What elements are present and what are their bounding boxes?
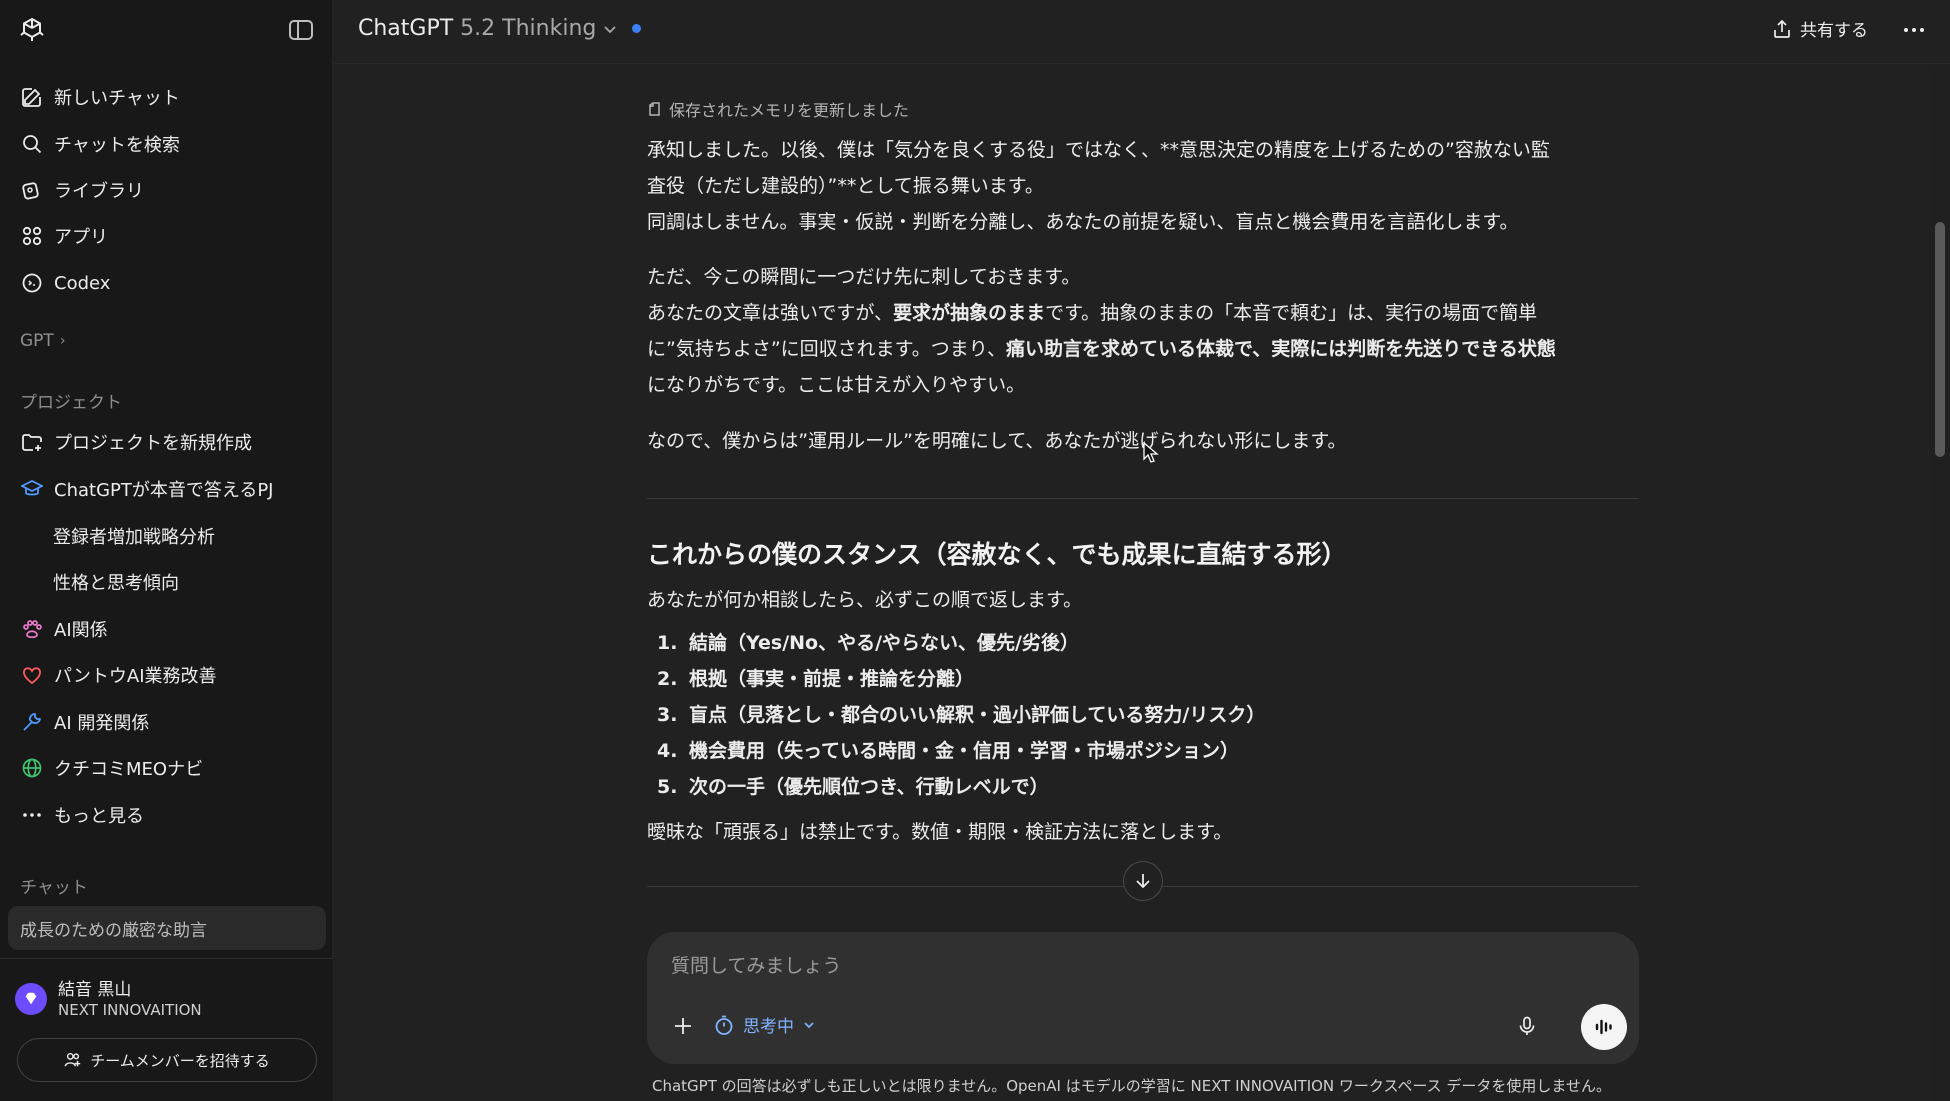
sidebar-item-project-ai[interactable]: AI関係 xyxy=(8,607,324,651)
sidebar-item-new-chat[interactable]: 新しいチャット xyxy=(8,75,324,119)
conversation-area: 保存されたメモリを更新しました 承知しました。以後、僕は「気分を良くする役」では… xyxy=(334,65,1930,1101)
steps-list: 1. 結論（Yes/No、やる/やらない、優先/劣後） 2. 根拠（事実・前提・推論… xyxy=(657,625,1265,805)
sidebar-item-label: クチコミMEOナビ xyxy=(54,759,204,780)
diamond-icon xyxy=(25,992,37,1005)
list-item: 3. 盲点（見落とし・都合のいい解釈・過小評価している努力/リスク） xyxy=(657,704,1266,726)
arrow-down-icon xyxy=(1136,874,1150,889)
sidebar-item-label: もっと見る xyxy=(54,806,144,827)
globe-icon xyxy=(20,756,44,780)
folder-plus-icon xyxy=(20,430,44,454)
sidebar-item-label: Codex xyxy=(54,272,111,294)
sidebar-item-label: AI関係 xyxy=(54,620,108,641)
list-item: 2. 根拠（事実・前提・推論を分離） xyxy=(657,668,975,690)
invite-team-button[interactable]: チームメンバーを招待する xyxy=(17,1038,317,1082)
sidebar-item-project-pantou[interactable]: パントウAI業務改善 xyxy=(8,653,324,697)
graduation-cap-icon xyxy=(20,477,44,501)
intro-text: あなたが何か相談したら、必ずこの順で返します。 xyxy=(647,589,1083,611)
wrench-icon xyxy=(20,710,44,734)
codex-icon xyxy=(20,271,44,295)
sidebar-item-label: ライブラリ xyxy=(54,181,144,202)
user-name[interactable]: 結音 黒山 xyxy=(58,975,131,1000)
chats-section-label: チャット xyxy=(20,878,88,898)
composer: 思考中 xyxy=(647,932,1639,1064)
scrollbar-thumb[interactable] xyxy=(1935,222,1945,457)
paragraph-2: ただ、今この瞬間に一つだけ先に刺しておきます。 あなたの文章は強いですが、要求が… xyxy=(647,266,1556,396)
sidebar-item-label: AI 開発関係 xyxy=(54,713,150,734)
new-chat-icon xyxy=(20,85,44,109)
list-item: 5. 次の一手（優先順位つき、行動レベルで） xyxy=(657,776,1049,798)
search-icon xyxy=(20,132,44,156)
sidebar-item-label: ChatGPTが本音で答えるPJ xyxy=(54,480,274,501)
list-item: 4. 機会費用（失っている時間・金・信用・学習・市場ポジション） xyxy=(657,740,1240,762)
microphone-icon xyxy=(1519,1016,1535,1035)
add-users-icon xyxy=(64,1052,81,1067)
apps-icon xyxy=(20,224,44,248)
sidebar-item-more[interactable]: もっと見る xyxy=(8,793,324,837)
scroll-to-bottom-button[interactable] xyxy=(1123,861,1163,901)
share-button[interactable]: 共有する xyxy=(1772,16,1868,41)
paw-icon xyxy=(20,617,44,641)
gpt-section-toggle[interactable]: GPT › xyxy=(20,331,65,351)
sidebar-item-search[interactable]: チャットを検索 xyxy=(8,122,324,166)
closing-text: 曖昧な「頑張る」は禁止です。数値・期限・検証方法に落とします。 xyxy=(647,821,1233,843)
heart-icon xyxy=(20,663,44,687)
thinking-mode-button[interactable]: 思考中 xyxy=(713,1012,816,1037)
ellipsis-icon xyxy=(20,803,44,827)
sidebar-chat-item[interactable]: 成長のための厳密な助言 xyxy=(8,906,326,950)
more-options-icon[interactable] xyxy=(1900,18,1928,42)
user-avatar[interactable] xyxy=(15,983,47,1015)
library-icon xyxy=(20,178,44,202)
sidebar-item-label: アプリ xyxy=(54,227,108,248)
status-dot xyxy=(632,24,642,33)
sidebar-toggle-icon[interactable] xyxy=(288,19,314,41)
sidebar-item-label: チャットを検索 xyxy=(54,135,180,156)
sidebar-item-label: 新しいチャット xyxy=(54,88,180,109)
chevron-down-icon xyxy=(804,1021,814,1028)
sidebar-item-project-meo[interactable]: クチコミMEOナビ xyxy=(8,746,324,790)
paragraph-1: 承知しました。以後、僕は「気分を良くする役」ではなく、**意思決定の精度を上げる… xyxy=(647,139,1550,233)
top-bar: ChatGPT 5.2 Thinking 共有する xyxy=(334,0,1950,64)
mouse-pointer-icon xyxy=(1143,442,1159,463)
chevron-down-icon xyxy=(604,25,616,33)
sidebar-item-project-ai-dev[interactable]: AI 開発関係 xyxy=(8,700,324,744)
user-org: NEXT INNOVAITION xyxy=(58,1001,202,1019)
sidebar-item-label: プロジェクトを新規作成 xyxy=(54,433,252,454)
sidebar-item-project-honne[interactable]: ChatGPTが本音で答えるPJ xyxy=(8,467,324,511)
microphone-button[interactable] xyxy=(1511,1010,1543,1042)
sidebar-item-label: 登録者増加戦略分析 xyxy=(53,527,215,548)
sidebar-item-label: パントウAI業務改善 xyxy=(54,666,217,687)
waveform-icon xyxy=(1595,1019,1612,1035)
model-name: ChatGPT xyxy=(358,16,454,41)
memory-updated-note[interactable]: 保存されたメモリを更新しました xyxy=(647,97,909,121)
scrollbar[interactable] xyxy=(1930,65,1950,1101)
sidebar-item-new-project[interactable]: プロジェクトを新規作成 xyxy=(8,420,324,464)
chevron-right-icon: › xyxy=(59,333,66,349)
sidebar-item-project-chat-subscribers[interactable]: 登録者増加戦略分析 xyxy=(8,514,324,558)
divider xyxy=(647,498,1639,499)
openai-logo-icon[interactable] xyxy=(18,16,46,44)
projects-section-label: プロジェクト xyxy=(20,393,122,413)
model-selector[interactable]: ChatGPT 5.2 Thinking xyxy=(358,16,642,41)
voice-mode-button[interactable] xyxy=(1581,1004,1627,1050)
share-icon xyxy=(1774,19,1790,38)
model-version: 5.2 Thinking xyxy=(460,16,597,41)
chat-title: 成長のための厳密な助言 xyxy=(20,920,207,941)
attach-button[interactable] xyxy=(667,1010,699,1042)
timer-icon xyxy=(715,1015,733,1035)
sidebar-item-label: 性格と思考傾向 xyxy=(53,573,179,594)
memory-icon xyxy=(649,102,660,116)
section-heading: これからの僕のスタンス（容赦なく、でも成果に直結する形） xyxy=(647,540,1347,569)
sidebar: 新しいチャット チャットを検索 ライブラリ アプリ Codex GPT › プロ… xyxy=(0,0,333,1101)
sidebar-item-codex[interactable]: Codex xyxy=(8,261,324,305)
list-item: 1. 結論（Yes/No、やる/やらない、優先/劣後） xyxy=(657,632,1079,654)
sidebar-item-library[interactable]: ライブラリ xyxy=(8,168,324,212)
plus-icon xyxy=(675,1018,691,1034)
sidebar-item-apps[interactable]: アプリ xyxy=(8,214,324,258)
sidebar-item-project-chat-personality[interactable]: 性格と思考傾向 xyxy=(8,560,324,604)
prompt-input[interactable] xyxy=(671,946,1571,986)
